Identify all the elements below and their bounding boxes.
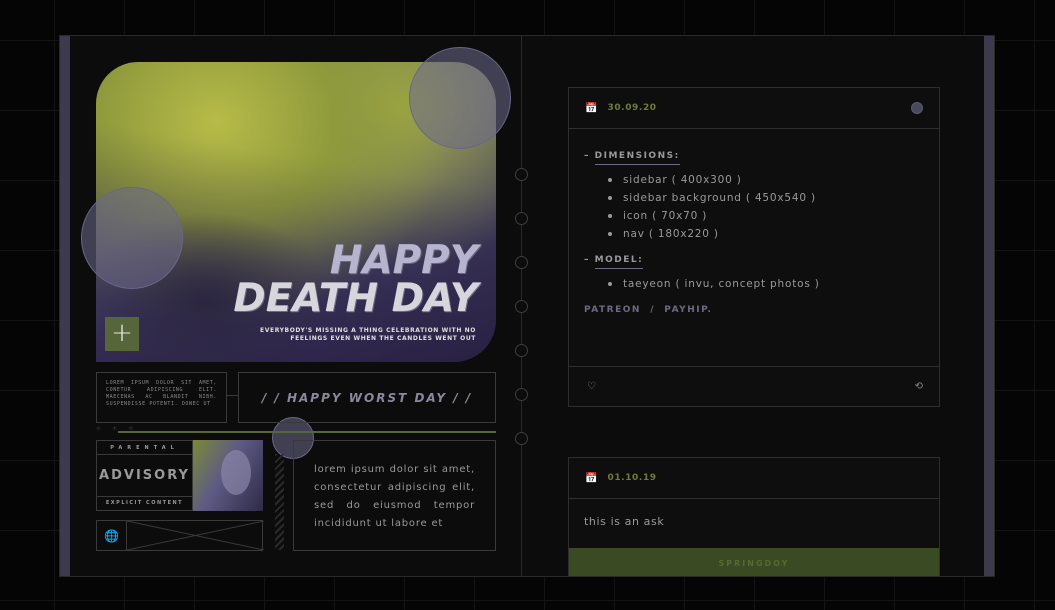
icon-image xyxy=(193,440,263,511)
post-date[interactable]: 01.10.19 xyxy=(607,473,656,483)
green-divider xyxy=(118,431,496,433)
payhip-link[interactable]: PAYHIP xyxy=(664,305,707,315)
advisory-top: PARENTAL xyxy=(97,441,192,455)
reblog-icon[interactable]: ⟲ xyxy=(915,381,923,392)
timeline-dots xyxy=(515,168,528,445)
hero-subtitle: EVERYBODY'S MISSING A THING CELEBRATION … xyxy=(260,327,476,342)
advisory-mid: ADVISORY xyxy=(97,455,192,497)
cross-lines xyxy=(127,521,264,550)
timeline-dot xyxy=(515,388,528,401)
section-title: – MODEL: xyxy=(584,255,924,269)
bubble-left xyxy=(81,187,183,289)
ask-text: this is an ask xyxy=(584,515,665,528)
list-item: nav ( 180x220 ) xyxy=(608,225,924,243)
description-box: lorem ipsum dolor sit amet, consectetur … xyxy=(293,440,496,551)
post-footer: ♡ ⟲ xyxy=(569,366,939,406)
timeline-dot xyxy=(515,432,528,445)
ask-card: 📅 01.10.19 this is an ask SPRINGDOY xyxy=(568,457,940,576)
dimensions-list: sidebar ( 400x300 ) sidebar background (… xyxy=(608,171,924,243)
parental-advisory-label: PARENTAL ADVISORY EXPLICIT CONTENT xyxy=(96,440,193,511)
plus-icon[interactable]: + xyxy=(105,317,139,351)
post-body: – DIMENSIONS: sidebar ( 400x300 ) sideba… xyxy=(569,129,939,315)
section-title: – DIMENSIONS: xyxy=(584,151,924,165)
nav-placeholder[interactable] xyxy=(126,521,264,550)
model-list: taeyeon ( invu, concept photos ) xyxy=(608,275,924,293)
timeline-dot xyxy=(515,168,528,181)
post-header: 📅 01.10.19 xyxy=(569,458,939,499)
dimensions-title: DIMENSIONS: xyxy=(594,151,680,165)
stripe-decoration xyxy=(275,454,284,550)
small-lorem-box: LOREM IPSUM DOLOR SIT AMET, CONETUR ADIP… xyxy=(96,372,227,423)
theme-frame: HAPPY DEATH DAY EVERYBODY'S MISSING A TH… xyxy=(59,35,995,577)
right-edge-bar xyxy=(984,36,994,576)
hero-title-line2: DEATH DAY xyxy=(233,276,478,321)
calendar-icon: 📅 xyxy=(585,472,598,484)
list-item: icon ( 70x70 ) xyxy=(608,207,924,225)
list-item: sidebar background ( 450x540 ) xyxy=(608,189,924,207)
post-card: 📅 30.09.20 – DIMENSIONS: sidebar ( 400x3… xyxy=(568,87,940,407)
left-edge-bar xyxy=(60,36,70,576)
status-dot-icon xyxy=(911,102,923,114)
list-item: taeyeon ( invu, concept photos ) xyxy=(608,275,924,293)
timeline-dot xyxy=(515,212,528,225)
icon-face xyxy=(221,450,251,495)
hero-title-line1: HAPPY xyxy=(329,238,478,283)
post-links: PATREON / PAYHIP. xyxy=(584,305,713,315)
asker-name[interactable]: SPRINGDOY xyxy=(569,548,939,576)
heart-icon[interactable]: ♡ xyxy=(587,381,596,392)
globe-icon[interactable]: 🌐 xyxy=(104,529,119,543)
post-date[interactable]: 30.09.20 xyxy=(607,103,656,113)
bubble-top-right xyxy=(409,47,511,149)
hero-title: HAPPY DEATH DAY xyxy=(233,238,478,321)
timeline-dot xyxy=(515,344,528,357)
post-header: 📅 30.09.20 xyxy=(569,88,939,129)
timeline-dot xyxy=(515,256,528,269)
model-title: MODEL: xyxy=(594,255,644,269)
nav-box[interactable]: 🌐 xyxy=(96,520,264,551)
worst-day-banner: / / HAPPY WORST DAY / / xyxy=(238,372,496,423)
timeline-dot xyxy=(515,300,528,313)
patreon-link[interactable]: PATREON xyxy=(584,305,641,315)
calendar-icon: 📅 xyxy=(585,102,598,114)
link-separator: / xyxy=(650,305,656,315)
advisory-bot: EXPLICIT CONTENT xyxy=(105,500,184,506)
list-item: sidebar ( 400x300 ) xyxy=(608,171,924,189)
